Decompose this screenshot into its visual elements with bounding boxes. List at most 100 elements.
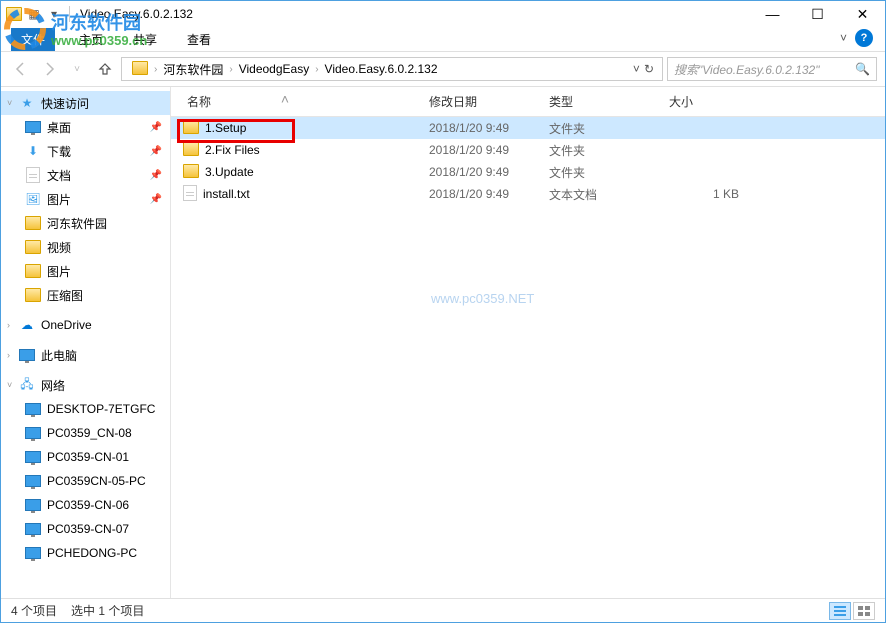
computer-icon [25, 545, 41, 561]
ribbon-expand-icon[interactable]: ˅ [840, 31, 847, 45]
chevron-right-icon[interactable]: › [7, 350, 10, 360]
sidebar-computer[interactable]: PC0359_CN-08 [1, 421, 170, 445]
computer-icon [25, 401, 41, 417]
breadcrumb-item-2[interactable]: Video.Easy.6.0.2.132 [319, 62, 444, 76]
file-name: 2.Fix Files [205, 143, 260, 157]
column-size[interactable]: 大小 [669, 93, 749, 110]
chevron-right-icon[interactable]: › [7, 320, 10, 330]
sidebar-downloads[interactable]: ⬇ 下载 [1, 139, 170, 163]
ribbon-file-tab[interactable]: 文件 [11, 28, 55, 51]
file-name: 1.Setup [205, 121, 246, 135]
column-name[interactable]: 名称 [171, 93, 429, 110]
view-details-button[interactable] [829, 602, 851, 620]
quick-dropdown-icon[interactable]: ▾ [45, 5, 63, 23]
breadcrumb-item-1[interactable]: VideodgEasy [233, 62, 316, 76]
document-icon [25, 167, 41, 183]
sidebar-item-label: 河东软件园 [47, 215, 107, 232]
folder-icon [25, 239, 41, 255]
sidebar-thispc[interactable]: › 此电脑 [1, 343, 170, 367]
breadcrumb-root-icon[interactable] [126, 61, 154, 78]
breadcrumb-dropdown-icon[interactable]: ˅ [633, 62, 640, 76]
file-date: 2018/1/20 9:49 [429, 143, 549, 157]
sidebar-video[interactable]: 视频 [1, 235, 170, 259]
sidebar-item-label: 下载 [47, 143, 71, 160]
quick-access-icon[interactable]: ▦ [25, 5, 43, 23]
nav-up-button[interactable] [93, 57, 117, 81]
nav-recent-button[interactable]: ˅ [65, 57, 89, 81]
maximize-button[interactable]: ☐ [795, 1, 840, 27]
search-icon[interactable]: 🔍 [855, 62, 870, 76]
view-icons-button[interactable] [853, 602, 875, 620]
nav-forward-button[interactable] [37, 57, 61, 81]
sidebar-onedrive[interactable]: › ☁ OneDrive [1, 313, 170, 337]
folder-icon [25, 287, 41, 303]
file-type: 文件夹 [549, 142, 669, 159]
sidebar-quickaccess[interactable]: ˅ ★ 快速访问 [1, 91, 170, 115]
sidebar-computer[interactable]: PC0359-CN-07 [1, 517, 170, 541]
folder-icon [183, 120, 199, 137]
search-placeholder: 搜索"Video.Easy.6.0.2.132" [674, 61, 855, 78]
nav-back-button[interactable] [9, 57, 33, 81]
titlebar: ▦ ▾ Video.Easy.6.0.2.132 — ☐ ✕ [1, 1, 885, 27]
sidebar-documents[interactable]: 文档 [1, 163, 170, 187]
network-icon: 🖧 [19, 377, 35, 393]
sidebar-hedong[interactable]: 河东软件园 [1, 211, 170, 235]
refresh-icon[interactable]: ↻ [644, 62, 654, 76]
file-name: 3.Update [205, 165, 254, 179]
sidebar-computer[interactable]: PCHEDONG-PC [1, 541, 170, 565]
minimize-button[interactable]: — [750, 1, 795, 27]
file-type: 文件夹 [549, 120, 669, 137]
sidebar-item-label: PCHEDONG-PC [47, 546, 137, 560]
ribbon-tabs: 文件 主页 共享 查看 ˅ ? [1, 27, 885, 51]
sidebar-pictures2[interactable]: 图片 [1, 259, 170, 283]
status-selected: 选中 1 个项目 [71, 602, 144, 619]
file-row[interactable]: 2.Fix Files 2018/1/20 9:49 文件夹 [171, 139, 885, 161]
column-date[interactable]: 修改日期 [429, 93, 549, 110]
file-date: 2018/1/20 9:49 [429, 187, 549, 201]
ribbon-view-tab[interactable]: 查看 [181, 28, 217, 51]
sidebar-network[interactable]: ˅ 🖧 网络 [1, 373, 170, 397]
help-button[interactable]: ? [855, 29, 873, 47]
sidebar-item-label: 此电脑 [41, 347, 77, 364]
sidebar-pictures[interactable]: 🖼 图片 [1, 187, 170, 211]
file-row[interactable]: 1.Setup 2018/1/20 9:49 文件夹 [171, 117, 885, 139]
sidebar-computer[interactable]: PC0359-CN-01 [1, 445, 170, 469]
search-input[interactable]: 搜索"Video.Easy.6.0.2.132" 🔍 [667, 57, 877, 81]
computer-icon [25, 473, 41, 489]
window-title: Video.Easy.6.0.2.132 [80, 7, 193, 21]
star-icon: ★ [19, 95, 35, 111]
folder-icon [25, 263, 41, 279]
column-type[interactable]: 类型 [549, 93, 669, 110]
addressbar: ˅ › 河东软件园 › VideodgEasy › Video.Easy.6.0… [1, 51, 885, 87]
sidebar-item-label: OneDrive [41, 318, 92, 332]
sidebar: ˅ ★ 快速访问 桌面 ⬇ 下载 文档 🖼 图片 河东软件园 视频 [1, 87, 171, 598]
sidebar-item-label: 快速访问 [41, 95, 89, 112]
file-icon [183, 185, 197, 204]
chevron-down-icon[interactable]: ˅ [7, 98, 12, 108]
sidebar-item-label: 视频 [47, 239, 71, 256]
chevron-down-icon[interactable]: ˅ [7, 380, 12, 390]
sidebar-desktop[interactable]: 桌面 [1, 115, 170, 139]
sidebar-computer[interactable]: DESKTOP-7ETGFC [1, 397, 170, 421]
statusbar: 4 个项目 选中 1 个项目 [1, 598, 885, 622]
computer-icon [25, 449, 41, 465]
sidebar-item-label: 图片 [47, 263, 71, 280]
sidebar-item-label: PC0359-CN-01 [47, 450, 129, 464]
filepane: 名称 修改日期 类型 大小 1.Setup 2018/1/20 9:49 文件夹… [171, 87, 885, 598]
file-row[interactable]: 3.Update 2018/1/20 9:49 文件夹 [171, 161, 885, 183]
breadcrumb-item-0[interactable]: 河东软件园 [157, 61, 229, 78]
computer-icon [25, 425, 41, 441]
file-size: 1 KB [669, 187, 749, 201]
ribbon-home-tab[interactable]: 主页 [73, 28, 109, 51]
computer-icon [25, 497, 41, 513]
ribbon-share-tab[interactable]: 共享 [127, 28, 163, 51]
sidebar-computer[interactable]: PC0359CN-05-PC [1, 469, 170, 493]
breadcrumb[interactable]: › 河东软件园 › VideodgEasy › Video.Easy.6.0.2… [121, 57, 663, 81]
sidebar-compressed[interactable]: 压缩图 [1, 283, 170, 307]
file-row[interactable]: install.txt 2018/1/20 9:49 文本文档 1 KB [171, 183, 885, 205]
file-name: install.txt [203, 187, 250, 201]
sidebar-computer[interactable]: PC0359-CN-06 [1, 493, 170, 517]
sidebar-item-label: 桌面 [47, 119, 71, 136]
folder-icon [183, 142, 199, 159]
close-button[interactable]: ✕ [840, 1, 885, 27]
